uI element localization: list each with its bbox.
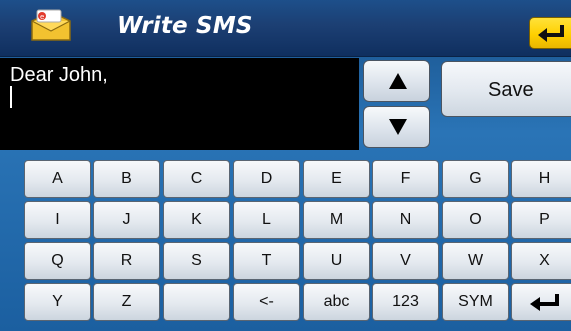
key-s[interactable]: S bbox=[163, 242, 230, 280]
key-w[interactable]: W bbox=[442, 242, 509, 280]
message-text-area[interactable]: Dear John, bbox=[0, 58, 359, 150]
enter-arrow-icon bbox=[529, 293, 559, 311]
message-text: Dear John, bbox=[10, 64, 108, 86]
key-g[interactable]: G bbox=[442, 160, 509, 198]
key-t[interactable]: T bbox=[233, 242, 300, 280]
triangle-down-icon bbox=[389, 119, 407, 135]
key-n[interactable]: N bbox=[372, 201, 439, 239]
key-space[interactable] bbox=[163, 283, 230, 321]
key-c[interactable]: C bbox=[163, 160, 230, 198]
svg-text:e: e bbox=[40, 13, 44, 21]
key-y[interactable]: Y bbox=[24, 283, 91, 321]
key-x[interactable]: X bbox=[511, 242, 571, 280]
scroll-up-button[interactable] bbox=[363, 60, 430, 102]
key-q[interactable]: Q bbox=[24, 242, 91, 280]
key-m[interactable]: M bbox=[303, 201, 370, 239]
key-sym[interactable]: SYM bbox=[442, 283, 509, 321]
sms-editor-screen: e Write SMS Dear John, Save A B C D E F … bbox=[0, 0, 571, 331]
page-title: Write SMS bbox=[117, 13, 253, 39]
key-f[interactable]: F bbox=[372, 160, 439, 198]
key-k[interactable]: K bbox=[163, 201, 230, 239]
return-arrow-icon bbox=[538, 25, 564, 42]
key-j[interactable]: J bbox=[93, 201, 160, 239]
key-v[interactable]: V bbox=[372, 242, 439, 280]
key-backspace[interactable]: <- bbox=[233, 283, 300, 321]
on-screen-keyboard: A B C D E F G H I J K L M N O P Q R S T … bbox=[0, 153, 571, 331]
scroll-down-button[interactable] bbox=[363, 106, 430, 148]
text-caret bbox=[10, 86, 12, 108]
key-p[interactable]: P bbox=[511, 201, 571, 239]
key-h[interactable]: H bbox=[511, 160, 571, 198]
key-z[interactable]: Z bbox=[93, 283, 160, 321]
key-123[interactable]: 123 bbox=[372, 283, 439, 321]
key-enter[interactable] bbox=[511, 283, 571, 321]
sms-envelope-icon: e bbox=[31, 9, 71, 41]
key-a[interactable]: A bbox=[24, 160, 91, 198]
save-button[interactable]: Save bbox=[441, 61, 571, 117]
key-r[interactable]: R bbox=[93, 242, 160, 280]
triangle-up-icon bbox=[389, 73, 407, 89]
key-o[interactable]: O bbox=[442, 201, 509, 239]
key-d[interactable]: D bbox=[233, 160, 300, 198]
key-i[interactable]: I bbox=[24, 201, 91, 239]
key-u[interactable]: U bbox=[303, 242, 370, 280]
key-e[interactable]: E bbox=[303, 160, 370, 198]
key-b[interactable]: B bbox=[93, 160, 160, 198]
header-bar: e Write SMS bbox=[0, 0, 571, 57]
back-button[interactable] bbox=[529, 17, 571, 49]
key-l[interactable]: L bbox=[233, 201, 300, 239]
key-abc[interactable]: abc bbox=[303, 283, 370, 321]
